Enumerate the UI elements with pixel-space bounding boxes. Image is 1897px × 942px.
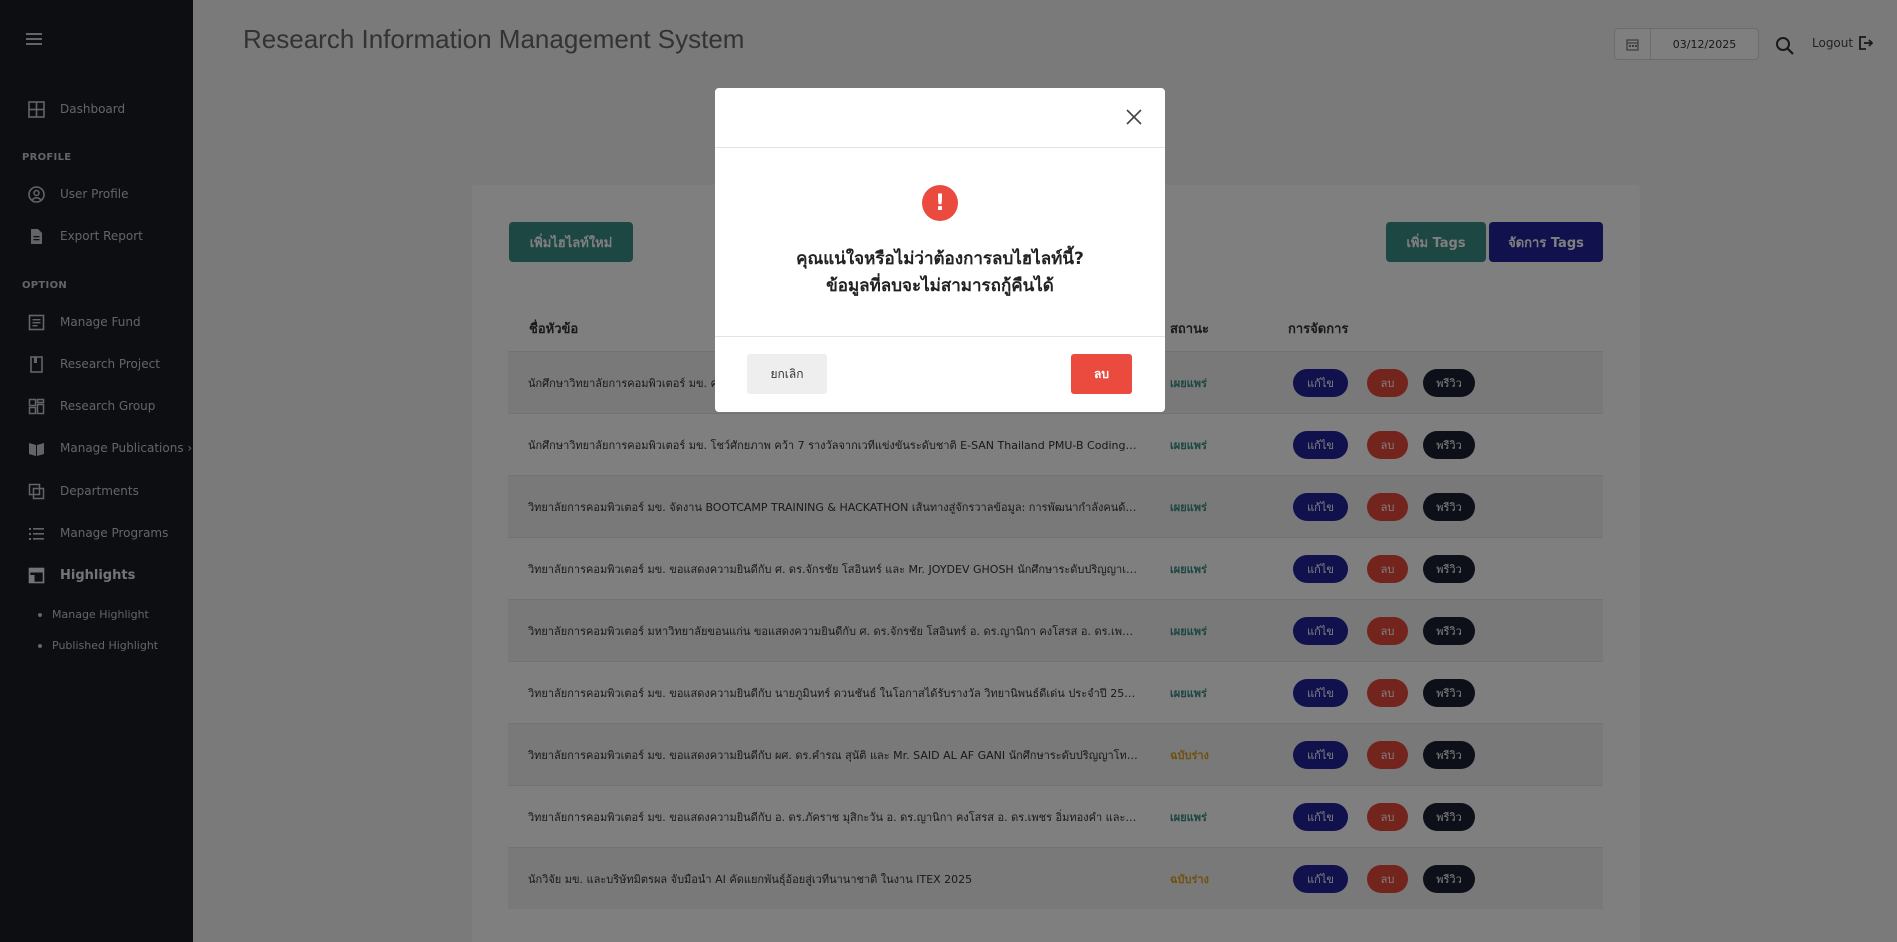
dialog-footer: ยกเลิก ลบ: [715, 336, 1165, 412]
warning-icon: !: [922, 185, 958, 221]
dialog-message: คุณแน่ใจหรือไม่ว่าต้องการลบไฮไลท์นี้?: [796, 249, 1084, 269]
confirm-delete-button[interactable]: ลบ: [1071, 354, 1132, 394]
dialog-submessage: ข้อมูลที่ลบจะไม่สามารถกู้คืนได้: [826, 276, 1054, 296]
close-icon[interactable]: [1125, 108, 1143, 126]
cancel-button[interactable]: ยกเลิก: [747, 354, 827, 394]
delete-confirm-dialog: ! คุณแน่ใจหรือไม่ว่าต้องการลบไฮไลท์นี้? …: [715, 88, 1165, 412]
dialog-header: [715, 88, 1165, 148]
